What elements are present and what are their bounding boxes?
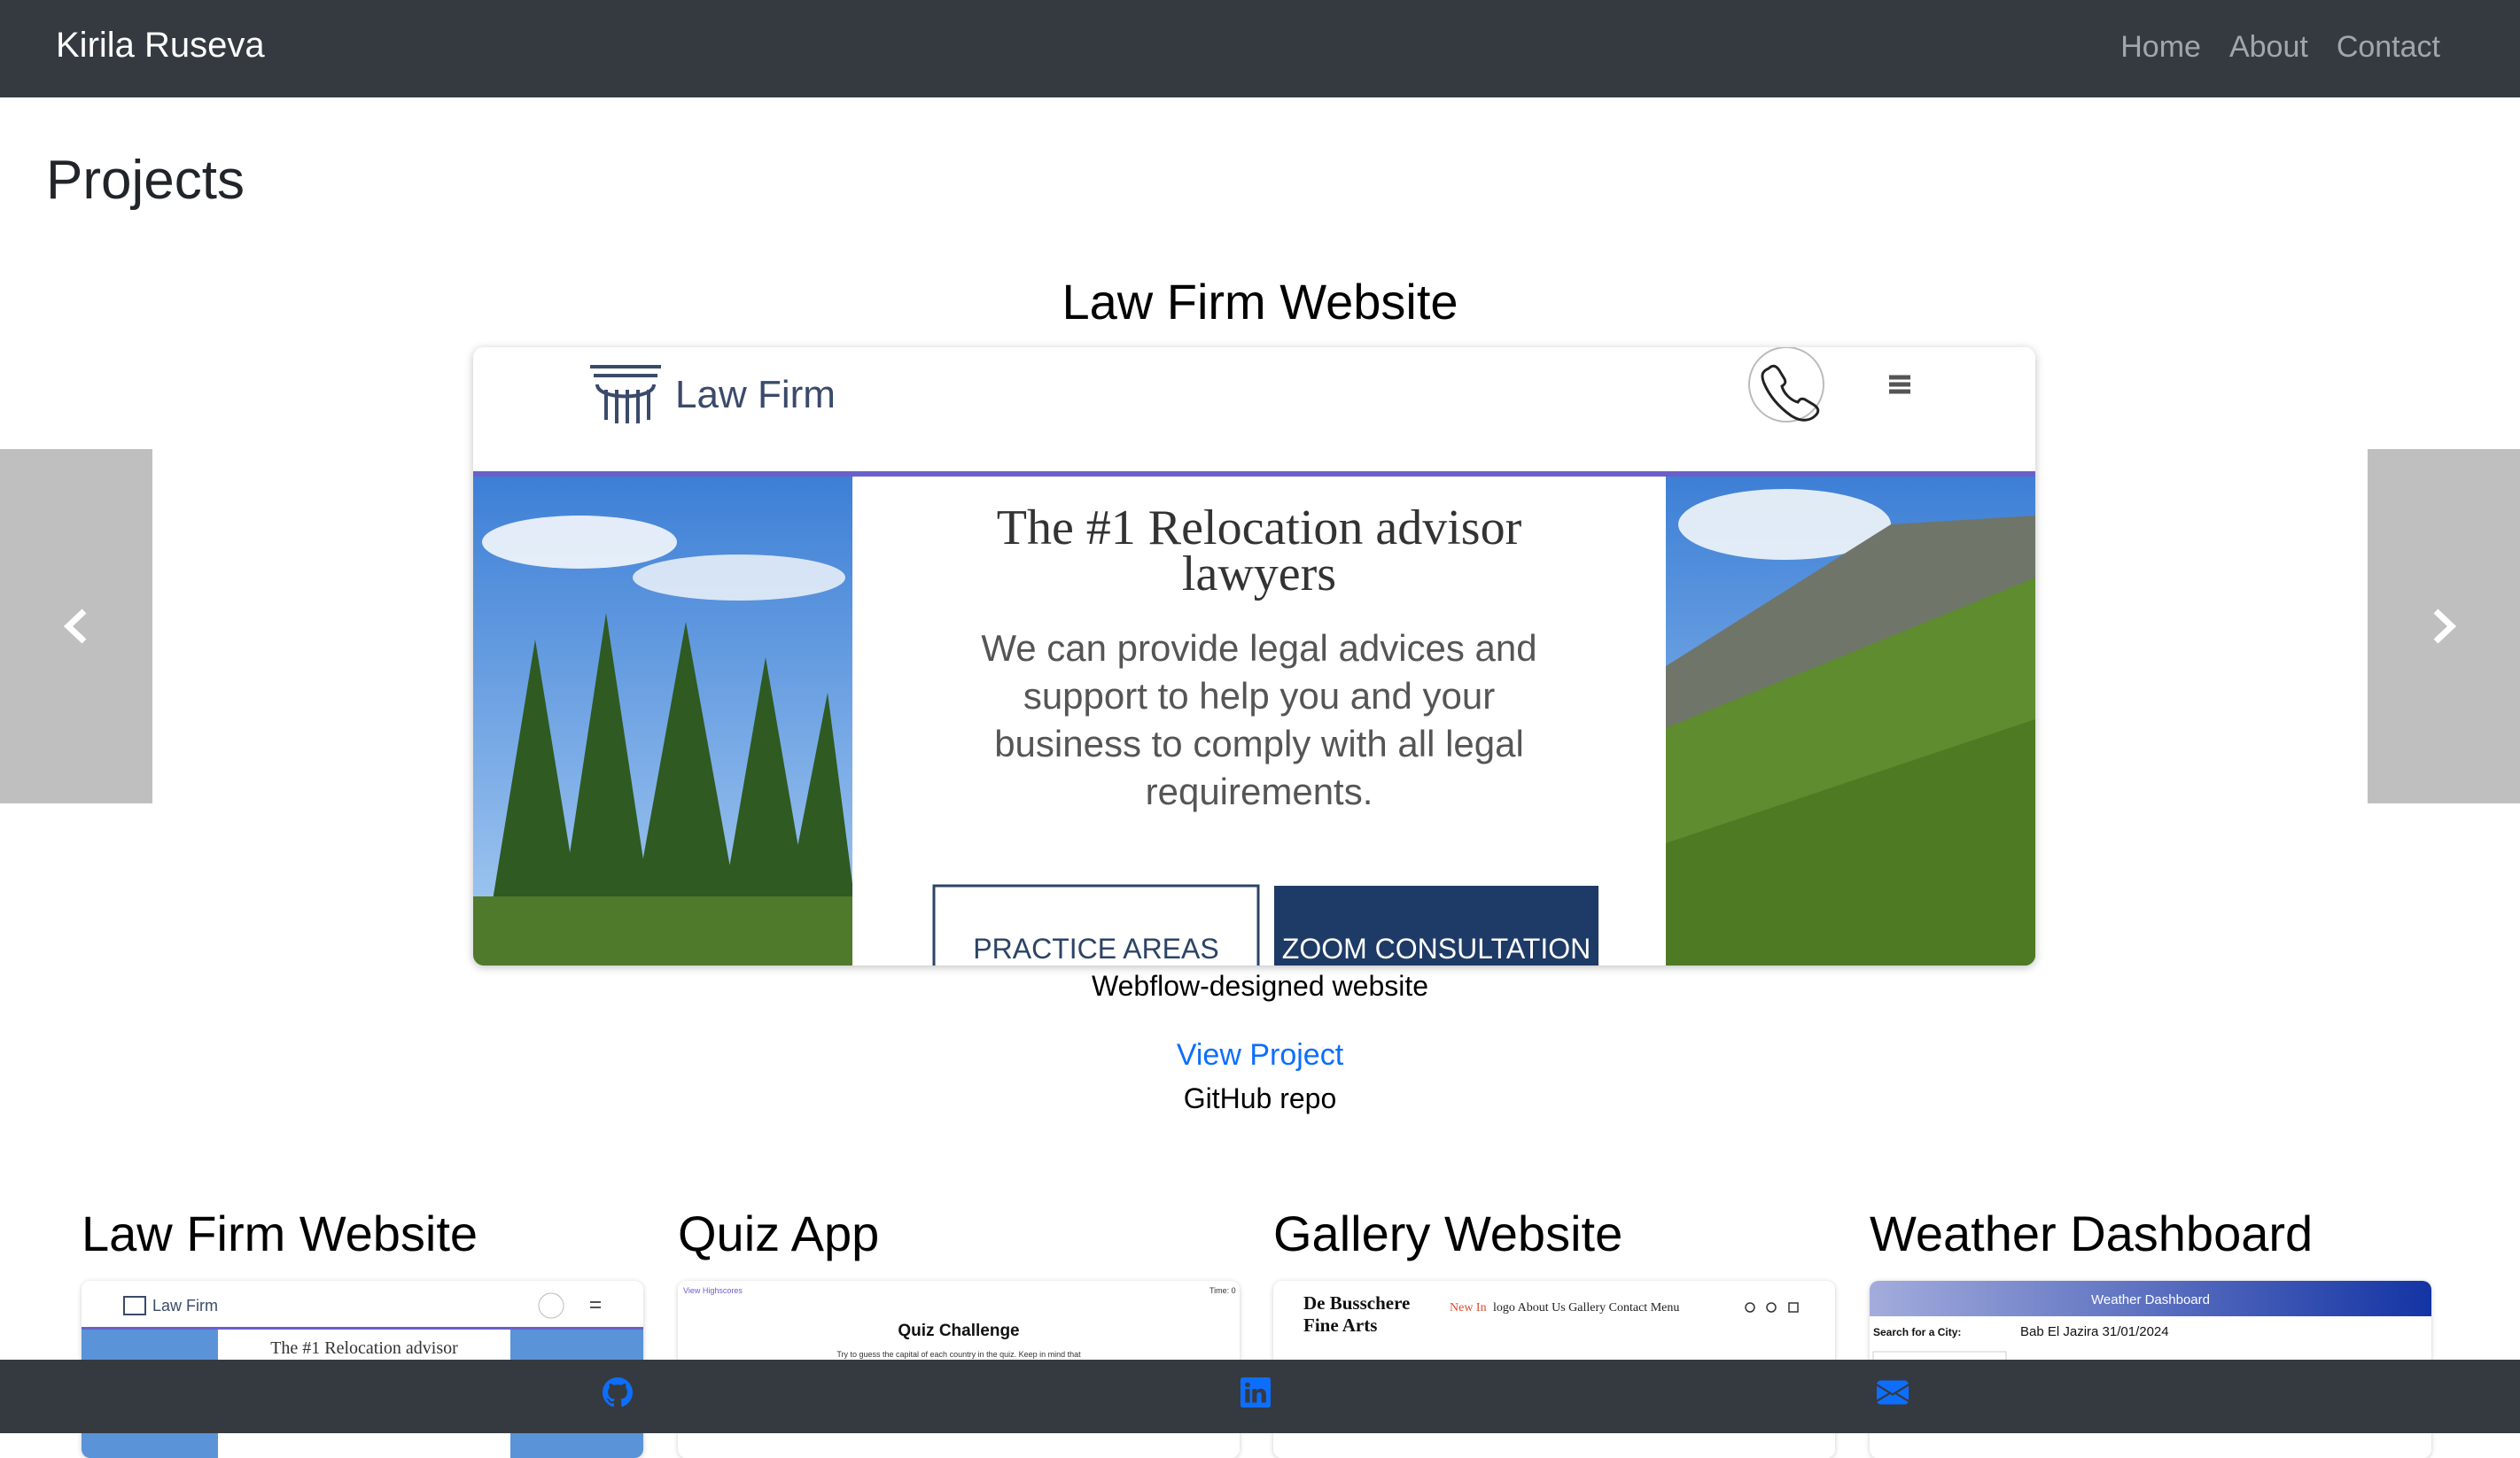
card-title: Law Firm Website: [82, 1206, 478, 1261]
svg-text:support to help you and your: support to help you and your: [1023, 675, 1495, 717]
card-title: Weather Dashboard: [1870, 1206, 2314, 1261]
menu-icon: [1889, 375, 1910, 394]
svg-text:Time: 0: Time: 0: [1209, 1286, 1236, 1295]
svg-text:We can provide legal advices a: We can provide legal advices and: [981, 627, 1536, 669]
carousel-prev-button[interactable]: [0, 449, 152, 803]
svg-text:Law Firm: Law Firm: [152, 1297, 218, 1315]
brand-name[interactable]: Kirila Ruseva: [56, 26, 265, 66]
navbar: Kirila Ruseva Home About Contact: [0, 0, 2520, 97]
slide-title: Law Firm Website: [1062, 274, 1458, 330]
svg-text:lawyers: lawyers: [1182, 547, 1336, 601]
svg-text:Bab El Jazira 31/01/2024: Bab El Jazira 31/01/2024: [2020, 1324, 2169, 1339]
svg-text:Weather Dashboard: Weather Dashboard: [2091, 1292, 2210, 1307]
card-title: Gallery Website: [1273, 1206, 1623, 1261]
svg-text:De Busschere: De Busschere: [1303, 1292, 1410, 1314]
chevron-left-icon: [63, 609, 87, 644]
view-project-link[interactable]: View Project: [0, 1038, 2520, 1073]
svg-text:View Highscores: View Highscores: [683, 1286, 743, 1295]
slide-caption: Webflow-designed website: [1091, 970, 1429, 1002]
nav-links: Home About Contact: [2120, 30, 2440, 65]
svg-text:business to comply with all le: business to comply with all legal: [994, 723, 1524, 764]
linkedin-icon[interactable]: [1241, 1377, 1271, 1412]
nav-home-link[interactable]: Home: [2120, 30, 2201, 65]
svg-text:The #1 Relocation advisor: The #1 Relocation advisor: [270, 1338, 458, 1358]
svg-text:logo About Us Gallery Conta: logo About Us Gallery Contact Menu: [1493, 1301, 1679, 1315]
envelope-icon[interactable]: [1877, 1377, 1909, 1412]
card-title: Quiz App: [678, 1206, 880, 1261]
page-title: Projects: [46, 150, 245, 211]
svg-text:Fine Arts: Fine Arts: [1303, 1315, 1377, 1336]
svg-text:Quiz Challenge: Quiz Challenge: [898, 1322, 1019, 1340]
slide-screenshot: Law Firm The #1 Relocation advisor lawye…: [473, 347, 2035, 966]
svg-text:requirements.: requirements.: [1146, 771, 1373, 812]
footer: [0, 1360, 2520, 1433]
svg-text:Try to guess the capital of ea: Try to guess the capital of each country…: [836, 1350, 1081, 1359]
svg-text:Search for a City:: Search for a City:: [1873, 1326, 1961, 1338]
nav-about-link[interactable]: About: [2229, 30, 2308, 65]
carousel-next-button[interactable]: [2368, 449, 2520, 803]
svg-text:PRACTICE AREAS: PRACTICE AREAS: [973, 933, 1218, 965]
github-icon[interactable]: [603, 1377, 633, 1412]
project-carousel: Law Firm Website Law Firm The #1 Relocat…: [0, 266, 2520, 1152]
svg-text:New In: New In: [1450, 1301, 1487, 1315]
logo-text: Law Firm: [675, 373, 836, 416]
chevron-right-icon: [2433, 609, 2457, 644]
github-repo-text: GitHub repo: [1183, 1082, 1337, 1114]
svg-text:ZOOM CONSULTATION: ZOOM CONSULTATION: [1282, 933, 1591, 965]
nav-contact-link[interactable]: Contact: [2337, 30, 2440, 65]
